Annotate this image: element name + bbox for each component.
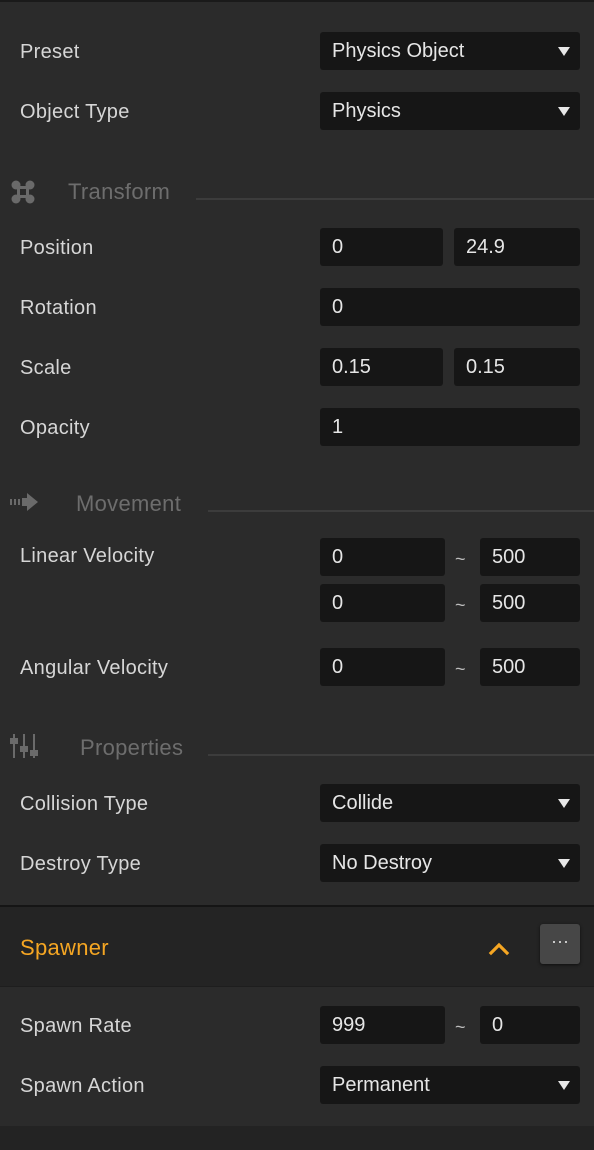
spawn-action-label: Spawn Action xyxy=(20,1075,145,1097)
sliders-icon xyxy=(10,734,38,758)
chevron-down-icon xyxy=(558,47,570,56)
collision-type-select[interactable]: Collide xyxy=(320,784,580,822)
arrow-right-icon xyxy=(10,493,38,511)
object-type-select[interactable]: Physics xyxy=(320,92,580,130)
properties-section-header: Properties xyxy=(0,728,594,768)
properties-title: Properties xyxy=(80,735,184,760)
rotation-input[interactable]: 0 xyxy=(320,288,580,326)
chevron-down-icon xyxy=(558,1081,570,1090)
scale-label: Scale xyxy=(20,357,72,379)
transform-icon xyxy=(11,180,35,204)
section-divider xyxy=(208,754,594,756)
position-x-input[interactable]: 0 xyxy=(320,228,443,266)
linear-velocity-label: Linear Velocity xyxy=(20,545,155,567)
destroy-type-label: Destroy Type xyxy=(20,853,142,875)
spawner-section-header: Spawner ··· xyxy=(0,905,594,987)
angular-velocity-label: Angular Velocity xyxy=(20,657,169,679)
position-y-input[interactable]: 24.9 xyxy=(454,228,580,266)
transform-title: Transform xyxy=(68,179,171,204)
range-separator: ~ xyxy=(455,1017,466,1037)
linear-velocity-x-max-input[interactable]: 500 xyxy=(480,538,580,576)
range-separator: ~ xyxy=(455,659,466,679)
opacity-label: Opacity xyxy=(20,417,90,439)
linear-velocity-x-min-input[interactable]: 0 xyxy=(320,538,445,576)
chevron-down-icon xyxy=(558,107,570,116)
chevron-down-icon xyxy=(558,799,570,808)
scale-x-input[interactable]: 0.15 xyxy=(320,348,443,386)
spawn-rate-label: Spawn Rate xyxy=(20,1015,132,1037)
range-separator: ~ xyxy=(455,549,466,569)
preset-select[interactable]: Physics Object xyxy=(320,32,580,70)
rotation-label: Rotation xyxy=(20,297,97,319)
chevron-up-icon[interactable] xyxy=(486,937,512,961)
chevron-down-icon xyxy=(558,859,570,868)
spawn-action-value: Permanent xyxy=(332,1074,430,1096)
bottom-bar xyxy=(0,1126,594,1150)
section-divider xyxy=(208,510,594,512)
top-divider xyxy=(0,0,594,2)
transform-section-header: Transform xyxy=(0,172,594,212)
position-label: Position xyxy=(20,237,94,259)
movement-section-header: Movement xyxy=(0,484,594,524)
more-options-button[interactable]: ··· xyxy=(540,924,580,964)
linear-velocity-y-min-input[interactable]: 0 xyxy=(320,584,445,622)
opacity-input[interactable]: 1 xyxy=(320,408,580,446)
spawn-rate-max-input[interactable]: 0 xyxy=(480,1006,580,1044)
spawn-rate-min-input[interactable]: 999 xyxy=(320,1006,445,1044)
preset-value: Physics Object xyxy=(332,40,465,62)
movement-title: Movement xyxy=(76,491,182,516)
range-separator: ~ xyxy=(455,595,466,615)
spawn-action-select[interactable]: Permanent xyxy=(320,1066,580,1104)
object-type-label: Object Type xyxy=(20,101,130,123)
spawner-title: Spawner xyxy=(20,935,109,960)
angular-velocity-max-input[interactable]: 500 xyxy=(480,648,580,686)
destroy-type-value: No Destroy xyxy=(332,852,433,874)
scale-y-input[interactable]: 0.15 xyxy=(454,348,580,386)
section-divider xyxy=(196,198,594,200)
angular-velocity-min-input[interactable]: 0 xyxy=(320,648,445,686)
collision-type-value: Collide xyxy=(332,792,394,814)
linear-velocity-y-max-input[interactable]: 500 xyxy=(480,584,580,622)
collision-type-label: Collision Type xyxy=(20,793,149,815)
destroy-type-select[interactable]: No Destroy xyxy=(320,844,580,882)
preset-label: Preset xyxy=(20,41,80,63)
object-type-value: Physics xyxy=(332,100,401,122)
